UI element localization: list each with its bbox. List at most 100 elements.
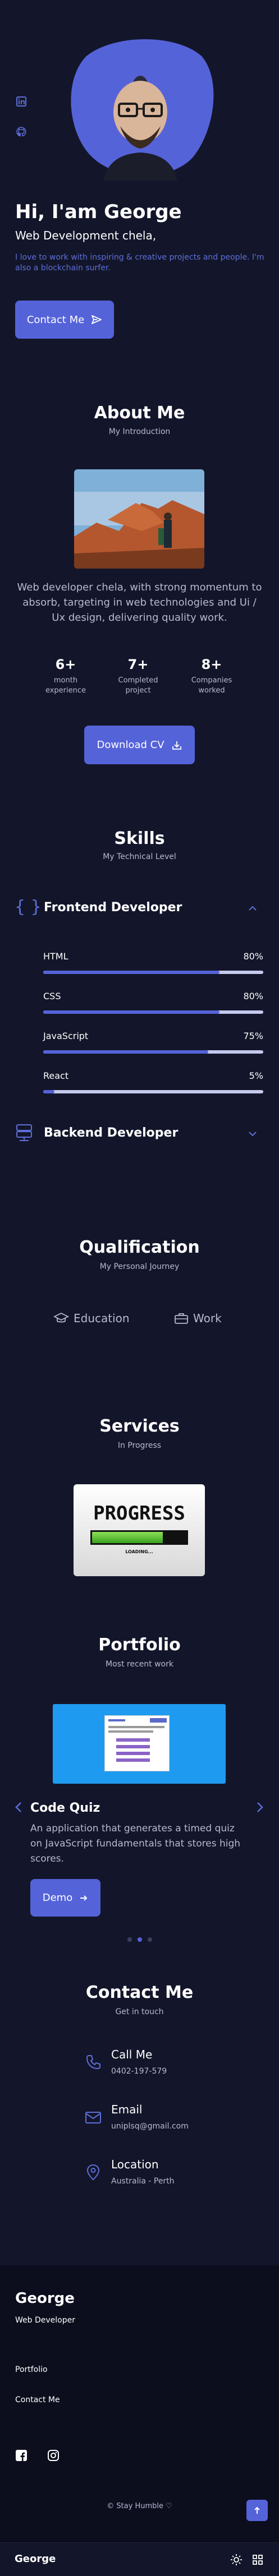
chevron-down-icon[interactable] — [247, 1128, 258, 1139]
chevron-up-icon[interactable] — [247, 903, 258, 914]
menu-grid-icon[interactable] — [252, 2554, 263, 2565]
download-cv-label: Download CV — [97, 739, 164, 751]
services-progress-image: PROGRESS LOADING... — [74, 1484, 205, 1576]
frontend-title: Frontend Developer — [44, 901, 182, 915]
home-greeting: Hi, I'am George — [15, 201, 182, 223]
skills-subtitle: My Technical Level — [103, 852, 176, 861]
skill-bar-fill — [43, 1010, 219, 1014]
arrow-right-icon — [79, 1894, 88, 1903]
contact-me-button[interactable]: Contact Me — [15, 301, 114, 339]
home-description: I love to work with inspiring & creative… — [15, 253, 264, 273]
stat-experience: 6+ month experience — [38, 657, 93, 696]
briefcase-icon — [174, 1312, 189, 1324]
skill-bar-html — [43, 971, 263, 974]
contact-call[interactable]: Call Me 0402-197-579 — [84, 2048, 253, 2081]
chevron-right-icon[interactable] — [254, 1801, 265, 1814]
contact-location-label: Location — [111, 2158, 159, 2171]
avatar — [64, 34, 217, 181]
carousel-dot-active[interactable] — [138, 1937, 142, 1942]
about-image — [74, 469, 204, 569]
tab-education-label: Education — [74, 1312, 130, 1325]
carousel-dot[interactable] — [127, 1937, 132, 1942]
skill-bar-fill — [43, 1090, 54, 1093]
github-icon[interactable] — [16, 126, 27, 137]
theme-toggle-sun-icon[interactable] — [230, 2554, 243, 2566]
footer-link-contact[interactable]: Contact Me — [15, 2395, 60, 2404]
graduation-cap-icon — [53, 1312, 69, 1324]
instagram-icon[interactable] — [47, 2449, 60, 2462]
services-title: Services — [99, 1416, 180, 1436]
stat-label: Companies worked — [191, 676, 232, 695]
qualification-title: Qualification — [79, 1238, 200, 1257]
project-title: Code Quiz — [30, 1801, 100, 1815]
skill-percent-react: 5% — [249, 1070, 263, 1081]
skill-percent-css: 80% — [243, 991, 263, 1001]
skill-percent-javascript: 75% — [243, 1031, 263, 1041]
skills-title: Skills — [114, 829, 165, 848]
code-brackets-icon: { } — [15, 897, 42, 917]
services-subtitle: In Progress — [117, 1441, 162, 1450]
stat-label: Completed project — [118, 676, 158, 695]
footer-name: George — [15, 2290, 75, 2307]
carousel-dot[interactable] — [148, 1937, 152, 1942]
portfolio-subtitle: Most recent work — [106, 1660, 173, 1669]
tab-education[interactable]: Education — [53, 1310, 130, 1327]
progress-image-bar — [90, 1530, 188, 1545]
frontend-header[interactable]: { } Frontend Developer — [15, 897, 267, 920]
contact-call-label: Call Me — [111, 2048, 153, 2061]
contact-email[interactable]: Email uniplsq@gmail.com — [84, 2103, 253, 2136]
contact-title: Contact Me — [85, 1983, 194, 2002]
facebook-icon[interactable] — [15, 2449, 28, 2462]
skill-name-javascript: JavaScript — [43, 1031, 89, 1041]
about-title: About Me — [94, 403, 185, 423]
scroll-up-button[interactable] — [246, 2500, 268, 2521]
contact-subtitle: Get in touch — [115, 2007, 164, 2016]
contact-email-label: Email — [111, 2103, 143, 2116]
home-role: Web Development chela, — [15, 229, 157, 242]
backend-header[interactable]: Backend Developer — [15, 1123, 267, 1145]
footer-copyright: © Stay Humble ♡ — [107, 2502, 172, 2510]
send-icon — [91, 314, 102, 325]
stat-number: 6+ — [55, 657, 76, 672]
tab-work[interactable]: Work — [174, 1310, 222, 1327]
stat-label: month experience — [45, 676, 86, 695]
skill-percent-html: 80% — [243, 951, 263, 962]
phone-icon — [84, 2053, 102, 2071]
skill-bar-react — [43, 1090, 263, 1093]
about-description: Web developer chela, with strong momentu… — [17, 581, 262, 624]
progress-image-loading: LOADING... — [125, 1549, 153, 1554]
skill-name-react: React — [43, 1070, 69, 1081]
navbar-logo[interactable]: George — [15, 2553, 56, 2565]
stat-number: 8+ — [201, 657, 222, 672]
portfolio-title: Portfolio — [98, 1635, 181, 1655]
skill-name-html: HTML — [43, 951, 68, 962]
stat-companies: 8+ Companies worked — [184, 657, 239, 696]
linkedin-icon[interactable] — [16, 96, 27, 107]
skill-name-css: CSS — [43, 991, 61, 1001]
chevron-left-icon[interactable] — [13, 1801, 25, 1814]
stat-projects: 7+ Completed project — [111, 657, 166, 696]
portfolio-project-image — [53, 1704, 226, 1784]
skill-bar-fill — [43, 971, 219, 974]
progress-image-text: PROGRESS — [93, 1502, 185, 1525]
backend-title: Backend Developer — [44, 1126, 179, 1140]
contact-me-label: Contact Me — [26, 313, 85, 326]
skill-bar-fill — [43, 1050, 208, 1054]
footer-role: Web Developer — [15, 2316, 75, 2325]
skill-bar-css — [43, 1010, 263, 1014]
contact-email-value: uniplsq@gmail.com — [111, 2122, 189, 2131]
location-pin-icon — [84, 2163, 102, 2181]
server-icon — [16, 1124, 33, 1142]
demo-label: Demo — [42, 1892, 73, 1904]
tab-work-label: Work — [193, 1312, 222, 1325]
download-cv-button[interactable]: Download CV — [84, 726, 195, 764]
footer-link-portfolio[interactable]: Portfolio — [15, 2365, 48, 2374]
download-icon — [171, 740, 182, 751]
stat-number: 7+ — [127, 657, 149, 672]
bottom-navbar: George — [0, 2542, 279, 2576]
project-description: An application that generates a timed qu… — [30, 1823, 241, 1864]
about-subtitle: My Introduction — [108, 427, 171, 436]
contact-location[interactable]: Location Australia - Perth — [84, 2158, 253, 2191]
demo-button[interactable]: Demo — [30, 1879, 100, 1917]
email-icon — [84, 2108, 102, 2126]
